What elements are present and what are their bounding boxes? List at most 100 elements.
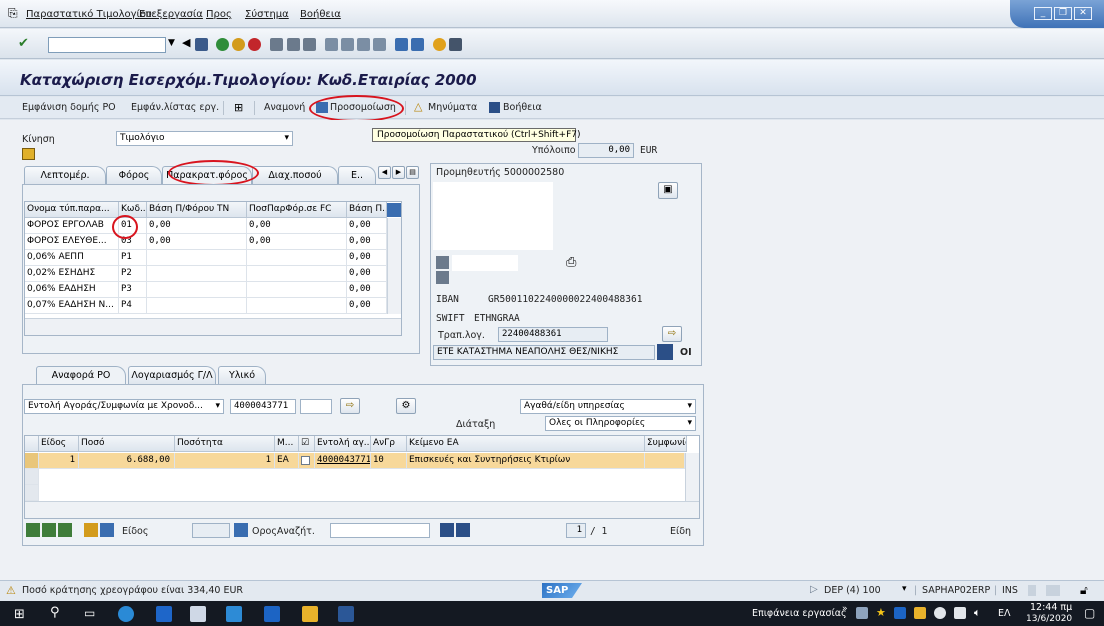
tray-icon[interactable]	[914, 607, 926, 619]
column-header[interactable]: ☑	[299, 436, 315, 452]
new-session-icon[interactable]	[395, 38, 408, 51]
app-icon[interactable]	[226, 606, 242, 622]
display-icon[interactable]	[954, 607, 966, 619]
exit-icon[interactable]	[232, 38, 245, 51]
tray-app-icon[interactable]	[856, 607, 868, 619]
system-info[interactable]: DEP (4) 100	[824, 585, 881, 596]
column-header[interactable]: Είδος	[39, 436, 79, 452]
table-cell[interactable]: 0,00	[347, 250, 387, 266]
clock-time[interactable]: 12:44 πμ	[1030, 602, 1072, 613]
checkbox[interactable]	[301, 456, 310, 465]
table-cell[interactable]: 0,00	[347, 298, 387, 314]
table-cell[interactable]: 0,00	[347, 266, 387, 282]
print-icon[interactable]	[270, 38, 283, 51]
table-cell[interactable]: 0,00	[247, 234, 347, 250]
layout-dropdown[interactable]: Ολες οι Πληροφορίες	[545, 416, 696, 431]
search-term-icon[interactable]	[234, 523, 248, 537]
po-next-icon[interactable]: ⇨	[340, 398, 360, 414]
menu-system[interactable]: Σύστημα	[245, 9, 289, 20]
volume-icon[interactable]: 🔈︎	[974, 606, 981, 620]
po-item-field[interactable]	[300, 399, 332, 414]
messages-button[interactable]: Μηνύματα	[428, 102, 477, 113]
first-page-icon[interactable]	[325, 38, 338, 51]
outlook-tray-icon[interactable]	[894, 607, 906, 619]
menu-goto[interactable]: Προς	[206, 9, 232, 20]
horizontal-scrollbar[interactable]	[25, 318, 401, 335]
table-cell[interactable]: 0,00	[247, 218, 347, 234]
oi-label[interactable]: OI	[680, 347, 692, 358]
language-indicator[interactable]: ΕΛ	[998, 608, 1011, 619]
edge-icon[interactable]	[118, 606, 134, 622]
clock-date[interactable]: 13/6/2020	[1026, 614, 1072, 624]
table-cell[interactable]: 1	[39, 453, 79, 469]
po-number-field[interactable]: 4000043771	[230, 399, 296, 414]
table-cell[interactable]: 6.688,00	[79, 453, 175, 469]
word-icon[interactable]	[338, 606, 354, 622]
table-cell[interactable]: 10	[371, 453, 407, 469]
worklist-button[interactable]: Εμφάν.λίστας εργ.	[131, 102, 219, 113]
help-button[interactable]: Βοήθεια	[503, 102, 542, 113]
po-structure-button[interactable]: Εμφάνιση δομής PO	[22, 102, 116, 113]
refresh-icon[interactable]	[58, 523, 72, 537]
table-cell[interactable]: Επισκευές και Συντηρήσεις Κτιρίων	[407, 453, 645, 469]
row-selector[interactable]	[25, 453, 39, 469]
window-menu-icon[interactable]: ⎘	[8, 6, 18, 21]
vertical-scrollbar[interactable]	[685, 453, 699, 501]
row-selector[interactable]	[25, 485, 39, 501]
tab-material[interactable]: Υλικό	[218, 366, 266, 384]
next-page-icon[interactable]	[357, 38, 370, 51]
column-header[interactable]: Βάση Π/Φόρου ΤΝ	[147, 202, 247, 218]
row-selector[interactable]	[25, 469, 39, 485]
column-header[interactable]: Ονομα τύπ.παρα...	[25, 202, 119, 218]
column-header[interactable]: ΑνΓρ	[371, 436, 407, 452]
column-header[interactable]: Βάση Π...	[347, 202, 387, 218]
column-header[interactable]: Μ...	[275, 436, 299, 452]
back-history-icon[interactable]: ◀	[182, 36, 190, 49]
column-settings-icon[interactable]	[387, 203, 401, 217]
tab-details[interactable]: Λεπτομέρ.	[24, 166, 106, 184]
restore-icon[interactable]: ❐	[1054, 7, 1072, 20]
lock-icon[interactable]: 🔓︎	[1080, 583, 1088, 598]
transaction-dropdown[interactable]: Τιμολόγιο	[116, 131, 293, 146]
vertical-scrollbar[interactable]	[387, 218, 401, 314]
next-bank-icon[interactable]: ⇨	[662, 326, 682, 342]
table-cell[interactable]	[645, 453, 685, 469]
tab-po-reference[interactable]: Αναφορά PO	[36, 366, 126, 384]
table-cell[interactable]: 0,00	[347, 234, 387, 250]
prev-page-icon[interactable]	[341, 38, 354, 51]
table-cell[interactable]: 0,00	[347, 218, 387, 234]
po-search-icon[interactable]: ⚙	[396, 398, 416, 414]
close-icon[interactable]: ✕	[1074, 7, 1092, 20]
column-header[interactable]	[25, 436, 39, 452]
sap-logon-icon[interactable]	[156, 606, 172, 622]
find-next-icon[interactable]	[456, 523, 470, 537]
table-cell[interactable]: 0,00	[347, 282, 387, 298]
system-dropdown-icon[interactable]: ▾	[902, 584, 907, 594]
vendor-details-icon[interactable]: ▣	[658, 182, 678, 199]
tab-list-icon[interactable]: ▤	[406, 166, 419, 179]
column-header[interactable]: Ποσότητα	[175, 436, 275, 452]
table-cell[interactable]: EA	[275, 453, 299, 469]
minimize-icon[interactable]: _	[1034, 7, 1052, 20]
filter-icon[interactable]	[100, 523, 114, 537]
goods-type-dropdown[interactable]: Αγαθά/είδη υπηρεσίας	[520, 399, 696, 414]
print-icon[interactable]: ⎙	[566, 255, 576, 270]
find-next-icon[interactable]	[303, 38, 316, 51]
doc-icon[interactable]	[22, 148, 35, 160]
doc-type-dropdown[interactable]: Εντολή Αγοράς/Συμφωνία με Χρονοδ...	[24, 399, 224, 414]
last-page-icon[interactable]	[373, 38, 386, 51]
search-icon[interactable]: ⚲	[50, 605, 60, 620]
save-icon[interactable]	[195, 38, 208, 51]
column-header[interactable]: Κείμενο ΕΑ	[407, 436, 645, 452]
deselect-all-icon[interactable]	[42, 523, 56, 537]
cancel-icon[interactable]	[248, 38, 261, 51]
table-cell[interactable]	[299, 453, 315, 469]
layout-icon[interactable]	[1046, 585, 1060, 596]
table-cell[interactable]: 0,00	[147, 218, 247, 234]
find-icon[interactable]	[287, 38, 300, 51]
horizontal-scrollbar[interactable]	[25, 501, 699, 518]
column-header[interactable]: Εντολή αγ...	[315, 436, 371, 452]
chevron-icon[interactable]: »	[842, 604, 848, 614]
tab-gl-account[interactable]: Λογαριασμός Γ/Λ	[128, 366, 216, 384]
item-field[interactable]	[192, 523, 230, 538]
